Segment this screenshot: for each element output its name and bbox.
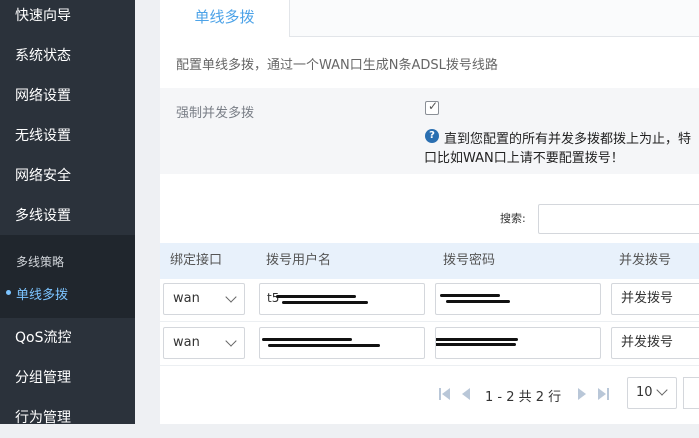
column-header-interface: 绑定接口 xyxy=(170,253,223,268)
search-input[interactable] xyxy=(538,204,699,234)
row-divider xyxy=(160,365,699,366)
interface-select-value: wan xyxy=(173,291,200,306)
search-label: 搜索: xyxy=(500,212,526,225)
chevron-down-icon xyxy=(225,291,237,303)
interface-select-value: wan xyxy=(173,335,200,350)
pagination-info: 1 - 2 共 2 行 xyxy=(485,390,562,405)
sidebar-item-qos[interactable]: QoS流控 xyxy=(0,318,135,358)
force-option-section: 强制并发多拨 ✓ ? 直到您配置的所有并发多拨都拨上为止，特 口比如WAN口上请… xyxy=(160,88,699,174)
sidebar-subitem-label: 单线多拨 xyxy=(16,288,69,303)
last-page-icon[interactable] xyxy=(597,388,609,400)
force-option-checkbox[interactable]: ✓ xyxy=(425,99,439,115)
page-size-select[interactable]: 10 xyxy=(627,377,677,409)
checkbox-checked-icon: ✓ xyxy=(427,99,439,113)
sidebar-subitem-single-line-multidial[interactable]: 单线多拨 xyxy=(0,284,135,303)
concurrent-select-value: 并发拨号 xyxy=(621,291,674,306)
redaction-mark xyxy=(440,294,500,297)
redaction-mark xyxy=(436,343,516,346)
sidebar-subitem-multiline-policy[interactable]: 多线策略 xyxy=(0,253,135,270)
force-option-label: 强制并发多拨 xyxy=(176,106,255,121)
sidebar-item-multiline-settings[interactable]: 多线设置 xyxy=(0,196,135,236)
page-description: 配置单线多拨，通过一个WAN口生成N条ADSL拨号线路 xyxy=(176,58,498,73)
sidebar-item-network-settings[interactable]: 网络设置 xyxy=(0,76,135,116)
tab-single-line-multidial[interactable]: 单线多拨 xyxy=(160,0,290,37)
username-input[interactable] xyxy=(259,327,425,359)
help-icon: ? xyxy=(425,129,439,143)
sidebar-item-group-management[interactable]: 分组管理 xyxy=(0,358,135,398)
interface-select[interactable]: wan xyxy=(163,327,245,359)
username-input[interactable]: t5 xyxy=(259,283,425,315)
interface-select[interactable]: wan xyxy=(163,283,245,315)
redaction-mark xyxy=(268,344,380,347)
active-indicator-icon xyxy=(6,290,11,295)
redaction-mark xyxy=(446,300,510,303)
password-input[interactable] xyxy=(435,327,601,359)
chevron-down-icon xyxy=(656,384,668,396)
next-page-icon[interactable] xyxy=(577,388,587,400)
tab-bar: 单线多拨 xyxy=(160,0,699,37)
password-input[interactable] xyxy=(435,283,601,315)
sidebar: 快速向导 系统状态 网络设置 无线设置 网络安全 多线设置 多线策略 单线多拨 … xyxy=(0,0,135,426)
concurrent-select[interactable]: 并发拨号 xyxy=(611,327,699,359)
column-header-username: 拨号用户名 xyxy=(266,253,332,268)
sidebar-item-network-security[interactable]: 网络安全 xyxy=(0,156,135,196)
chevron-down-icon xyxy=(225,335,237,347)
content-area: 单线多拨 配置单线多拨，通过一个WAN口生成N条ADSL拨号线路 强制并发多拨 … xyxy=(135,0,699,424)
submenu-multiline: 多线策略 单线多拨 xyxy=(0,235,135,318)
main-panel: 单线多拨 配置单线多拨，通过一个WAN口生成N条ADSL拨号线路 强制并发多拨 … xyxy=(160,0,699,424)
pagination: 1 - 2 共 2 行 10 xyxy=(160,374,699,414)
prev-page-icon[interactable] xyxy=(461,388,471,400)
sidebar-item-behavior-management[interactable]: 行为管理 xyxy=(0,398,135,438)
pagination-extra-button[interactable] xyxy=(683,377,699,409)
column-header-concurrent: 并发拨号 xyxy=(619,253,672,268)
sidebar-item-quick-guide[interactable]: 快速向导 xyxy=(0,0,135,36)
column-header-password: 拨号密码 xyxy=(443,253,496,268)
redaction-mark xyxy=(276,295,356,298)
first-page-icon[interactable] xyxy=(439,388,451,400)
sidebar-item-system-status[interactable]: 系统状态 xyxy=(0,36,135,76)
page-size-value: 10 xyxy=(636,385,653,400)
row-divider xyxy=(160,321,699,322)
username-value: t5 xyxy=(267,291,280,305)
force-option-note-line2: 口比如WAN口上请不要配置拨号！ xyxy=(424,151,624,166)
sidebar-item-wireless-settings[interactable]: 无线设置 xyxy=(0,116,135,156)
force-option-note-line1: 直到您配置的所有并发多拨都拨上为止，特 xyxy=(444,132,692,147)
table-header: 绑定接口 拨号用户名 拨号密码 并发拨号 xyxy=(160,243,699,279)
redaction-mark xyxy=(436,338,518,341)
concurrent-select-value: 并发拨号 xyxy=(621,335,674,350)
redaction-mark xyxy=(262,338,352,341)
concurrent-select[interactable]: 并发拨号 xyxy=(611,283,699,315)
redaction-mark xyxy=(282,301,368,304)
